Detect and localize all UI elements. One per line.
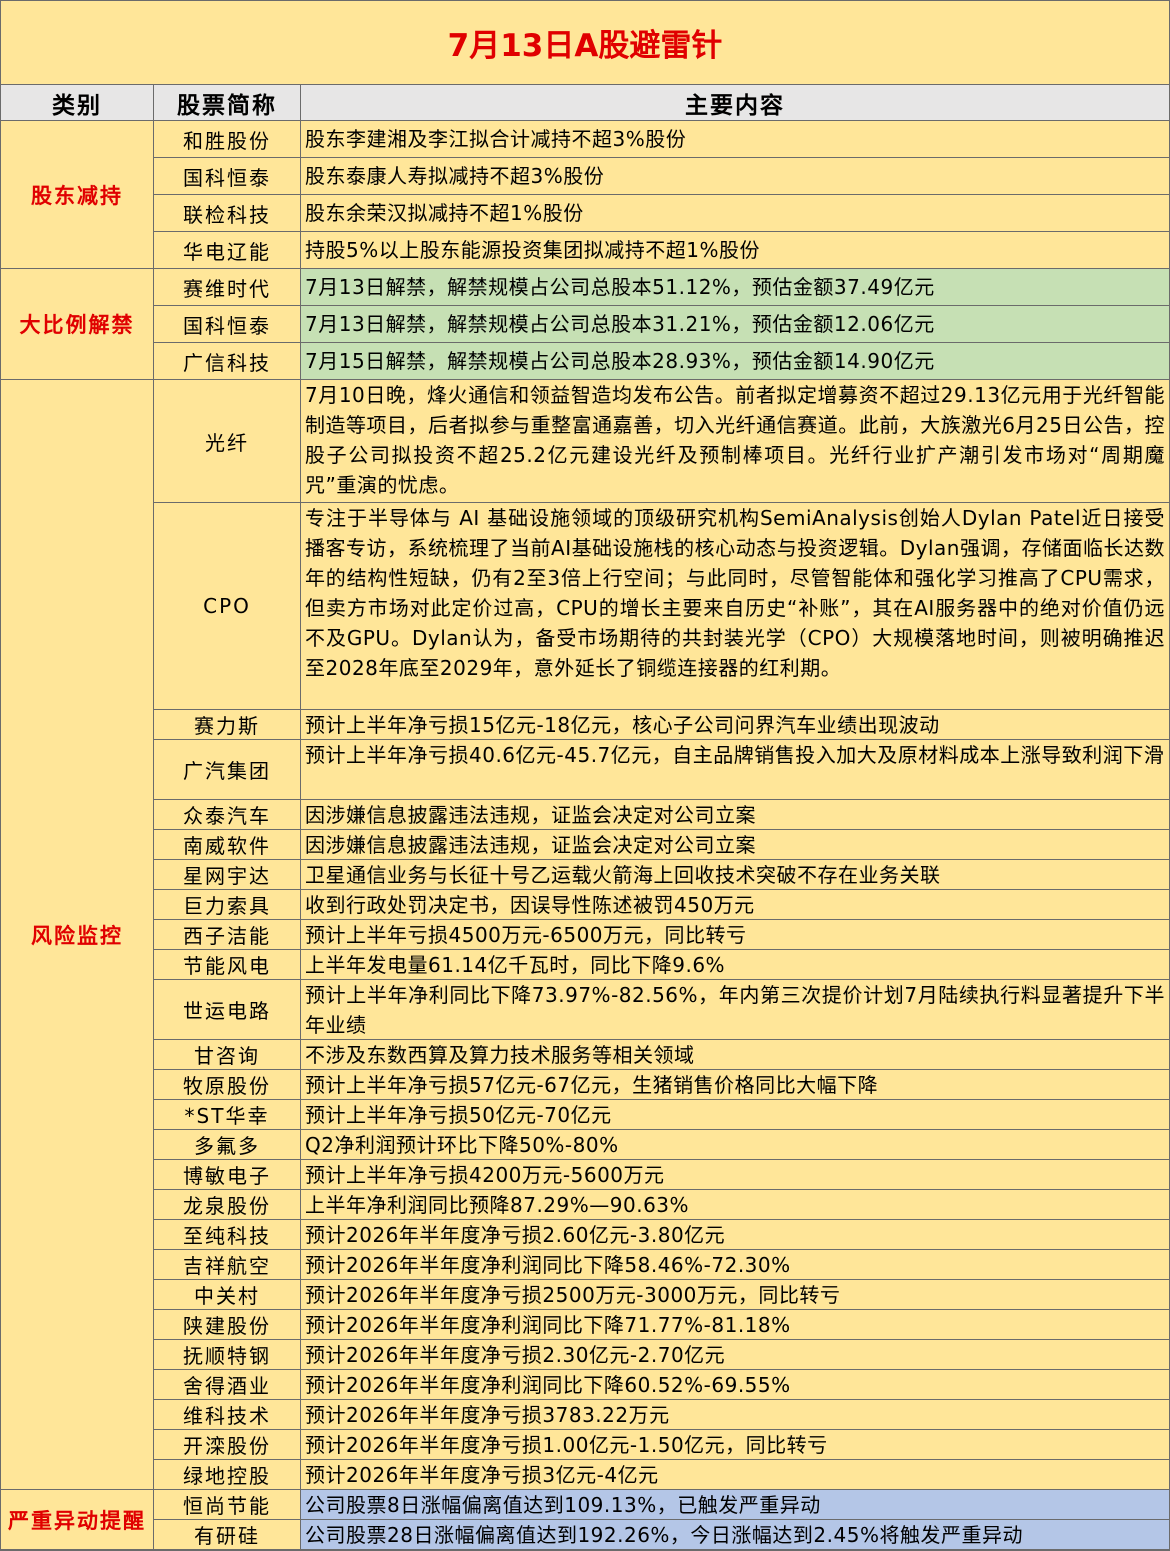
row-content: 预计上半年净亏损57亿元-67亿元，生猪销售价格同比大幅下降 — [301, 1070, 1169, 1100]
category-reduction: 股东减持 — [1, 121, 154, 269]
stock-table: 类别 股票简称 主要内容股东减持 大比例解禁 风险监控 严重异动提醒 和胜股份 股东李建湘及李… — [1, 85, 1169, 1550]
stock-name: 舍得酒业 — [154, 1370, 301, 1400]
row-content: 7月15日解禁，解禁规模占公司总股本28.93%，预估金额14.90亿元 — [301, 343, 1169, 380]
stock-name: 开滦股份 — [154, 1430, 301, 1460]
row-content: 专注于半导体与 AI 基础设施领域的顶级研究机构SemiAnalysis创始人D… — [301, 503, 1169, 710]
stock-name: 赛维时代 — [154, 269, 301, 306]
row-content: 预计2026年半年度净亏损1.00亿元-1.50亿元，同比转亏 — [301, 1430, 1169, 1460]
stock-name: 节能风电 — [154, 950, 301, 980]
stock-name: 中关村 — [154, 1280, 301, 1310]
stock-name: 维科技术 — [154, 1400, 301, 1430]
stock-name: 华电辽能 — [154, 232, 301, 269]
page-title: 7月13日A股避雷针 — [1, 1, 1169, 85]
stock-name: 联检科技 — [154, 195, 301, 232]
stock-name: 绿地控股 — [154, 1460, 301, 1490]
row-content: 预计上半年净亏损15亿元-18亿元，核心子公司问界汽车业绩出现波动 — [301, 710, 1169, 740]
row-content: 预计2026年半年度净利润同比下降58.46%-72.30% — [301, 1250, 1169, 1280]
row-content: 不涉及东数西算及算力技术服务等相关领域 — [301, 1040, 1169, 1070]
stock-name: 赛力斯 — [154, 710, 301, 740]
stock-name: 和胜股份 — [154, 121, 301, 158]
stock-name: 南威软件 — [154, 830, 301, 860]
stock-name: 国科恒泰 — [154, 306, 301, 343]
row-content: 7月10日晚，烽火通信和领益智造均发布公告。前者拟定增募资不超过29.13亿元用… — [301, 380, 1169, 503]
stock-name: 龙泉股份 — [154, 1190, 301, 1220]
stock-name: 星网宇达 — [154, 860, 301, 890]
stock-name: 陕建股份 — [154, 1310, 301, 1340]
row-content: Q2净利润预计环比下降50%-80% — [301, 1130, 1169, 1160]
stock-name: 恒尚节能 — [154, 1490, 301, 1520]
stock-name: 多氟多 — [154, 1130, 301, 1160]
category-unlock: 大比例解禁 — [1, 269, 154, 380]
category-abnormal: 严重异动提醒 — [1, 1490, 154, 1550]
row-content: 预计2026年半年度净亏损2.30亿元-2.70亿元 — [301, 1340, 1169, 1370]
stock-name: 至纯科技 — [154, 1220, 301, 1250]
row-content: 公司股票8日涨幅偏离值达到109.13%，已触发严重异动 — [301, 1490, 1169, 1520]
row-content: 上半年发电量61.14亿千瓦时，同比下降9.6% — [301, 950, 1169, 980]
header-content: 主要内容 — [301, 85, 1169, 121]
row-content: 预计上半年净亏损4200万元-5600万元 — [301, 1160, 1169, 1190]
category-risk: 风险监控 — [1, 380, 154, 1490]
stock-name: 广汽集团 — [154, 740, 301, 800]
stock-name: 巨力索具 — [154, 890, 301, 920]
stock-name: 众泰汽车 — [154, 800, 301, 830]
row-content: 因涉嫌信息披露违法违规，证监会决定对公司立案 — [301, 830, 1169, 860]
row-content: 预计2026年半年度净亏损3783.22万元 — [301, 1400, 1169, 1430]
row-content: 7月13日解禁，解禁规模占公司总股本31.21%，预估金额12.06亿元 — [301, 306, 1169, 343]
stock-name: 抚顺特钢 — [154, 1340, 301, 1370]
row-content: 预计2026年半年度净亏损3亿元-4亿元 — [301, 1460, 1169, 1490]
row-content: 预计上半年净亏损50亿元-70亿元 — [301, 1100, 1169, 1130]
stock-name: 光纤 — [154, 380, 301, 503]
stock-name: 广信科技 — [154, 343, 301, 380]
stock-name: 博敏电子 — [154, 1160, 301, 1190]
stock-name: 国科恒泰 — [154, 158, 301, 195]
row-content: 股东李建湘及李江拟合计减持不超3%股份 — [301, 121, 1169, 158]
row-content: 预计上半年亏损4500万元-6500万元，同比转亏 — [301, 920, 1169, 950]
row-content: 预计2026年半年度净利润同比下降60.52%-69.55% — [301, 1370, 1169, 1400]
row-content: 7月13日解禁，解禁规模占公司总股本51.12%，预估金额37.49亿元 — [301, 269, 1169, 306]
stock-name: 世运电路 — [154, 980, 301, 1040]
row-content: 预计2026年半年度净亏损2500万元-3000万元，同比转亏 — [301, 1280, 1169, 1310]
row-content: 股东泰康人寿拟减持不超3%股份 — [301, 158, 1169, 195]
row-content: 持股5%以上股东能源投资集团拟减持不超1%股份 — [301, 232, 1169, 269]
stock-name: CPO — [154, 503, 301, 710]
header-stock: 股票简称 — [154, 85, 301, 121]
row-content: 预计2026年半年度净亏损2.60亿元-3.80亿元 — [301, 1220, 1169, 1250]
stock-name: 甘咨询 — [154, 1040, 301, 1070]
row-content: 股东余荣汉拟减持不超1%股份 — [301, 195, 1169, 232]
row-content: 预计上半年净亏损40.6亿元-45.7亿元，自主品牌销售投入加大及原材料成本上涨… — [301, 740, 1169, 800]
stock-name: 牧原股份 — [154, 1070, 301, 1100]
row-content: 收到行政处罚决定书，因误导性陈述被罚450万元 — [301, 890, 1169, 920]
stock-name: *ST华幸 — [154, 1100, 301, 1130]
stock-name: 西子洁能 — [154, 920, 301, 950]
stock-name: 吉祥航空 — [154, 1250, 301, 1280]
stock-name: 有研硅 — [154, 1520, 301, 1550]
row-content: 预计上半年净利同比下降73.97%-82.56%，年内第三次提价计划7月陆续执行… — [301, 980, 1169, 1040]
row-content: 卫星通信业务与长征十号乙运载火箭海上回收技术突破不存在业务关联 — [301, 860, 1169, 890]
sheet: 7月13日A股避雷针 类别 股票简称 主要内容股东减持 大比例解禁 风险监控 严重异动提醒… — [0, 0, 1170, 1551]
row-content: 因涉嫌信息披露违法违规，证监会决定对公司立案 — [301, 800, 1169, 830]
header-category: 类别 — [1, 85, 154, 121]
row-content: 上半年净利润同比预降87.29%—90.63% — [301, 1190, 1169, 1220]
row-content: 预计2026年半年度净利润同比下降71.77%-81.18% — [301, 1310, 1169, 1340]
row-content: 公司股票28日涨幅偏离值达到192.26%，今日涨幅达到2.45%将触发严重异动 — [301, 1520, 1169, 1550]
